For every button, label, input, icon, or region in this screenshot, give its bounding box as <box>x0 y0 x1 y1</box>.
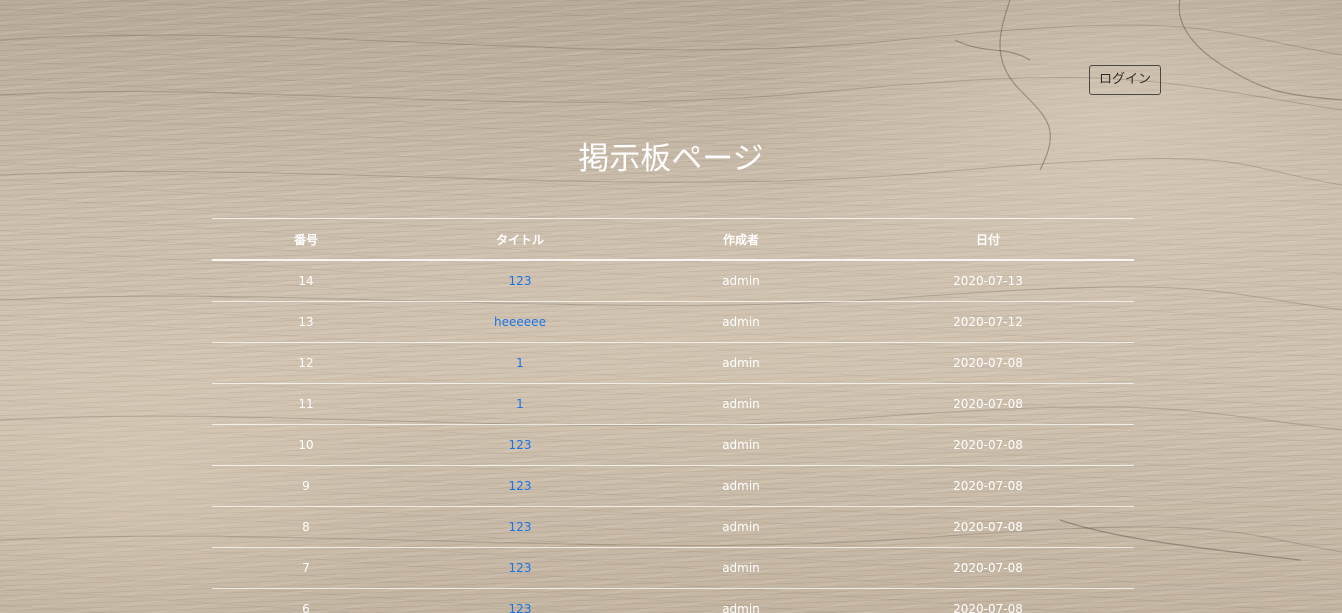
table-row: 7 123 admin 2020-07-08 <box>212 547 1134 589</box>
table-header-row: 番号 タイトル 作成者 日付 <box>212 218 1134 261</box>
post-number: 11 <box>212 383 400 425</box>
post-title-link[interactable]: 123 <box>509 520 532 534</box>
post-date: 2020-07-08 <box>842 465 1134 507</box>
post-title-link[interactable]: 1 <box>516 397 524 411</box>
post-title-cell: 123 <box>400 260 640 302</box>
column-header-date: 日付 <box>842 218 1134 261</box>
post-number: 7 <box>212 547 400 589</box>
post-number: 12 <box>212 342 400 384</box>
table-row: 13 heeeeee admin 2020-07-12 <box>212 301 1134 343</box>
post-title-cell: 123 <box>400 465 640 507</box>
column-header-author: 作成者 <box>640 218 842 261</box>
post-author: admin <box>640 342 842 384</box>
post-author: admin <box>640 424 842 466</box>
page-title: 掲示板ページ <box>578 141 764 177</box>
post-title-cell: 123 <box>400 547 640 589</box>
table-row: 8 123 admin 2020-07-08 <box>212 506 1134 548</box>
post-author: admin <box>640 588 842 613</box>
post-date: 2020-07-12 <box>842 301 1134 343</box>
post-title-link[interactable]: 123 <box>509 438 532 452</box>
post-number: 6 <box>212 588 400 613</box>
table-row: 11 1 admin 2020-07-08 <box>212 383 1134 425</box>
post-title-link[interactable]: 123 <box>509 479 532 493</box>
post-date: 2020-07-08 <box>842 424 1134 466</box>
post-title-cell: 1 <box>400 342 640 384</box>
post-title-link[interactable]: 123 <box>509 561 532 575</box>
table-row: 14 123 admin 2020-07-13 <box>212 260 1134 302</box>
column-header-number: 番号 <box>212 218 400 261</box>
column-header-title: タイトル <box>400 218 640 261</box>
login-button[interactable]: ログイン <box>1089 65 1161 95</box>
post-title-cell: 123 <box>400 506 640 548</box>
post-author: admin <box>640 547 842 589</box>
post-author: admin <box>640 301 842 343</box>
post-title-cell: 123 <box>400 424 640 466</box>
post-title-link[interactable]: 123 <box>509 602 532 613</box>
post-number: 13 <box>212 301 400 343</box>
post-date: 2020-07-08 <box>842 588 1134 613</box>
post-number: 10 <box>212 424 400 466</box>
post-date: 2020-07-08 <box>842 547 1134 589</box>
post-title-link[interactable]: 123 <box>509 274 532 288</box>
post-date: 2020-07-08 <box>842 506 1134 548</box>
table-row: 6 123 admin 2020-07-08 <box>212 588 1134 613</box>
post-number: 14 <box>212 260 400 302</box>
post-title-link[interactable]: 1 <box>516 356 524 370</box>
board-table: 番号 タイトル 作成者 日付 14 123 admin 2020-07-13 1… <box>212 218 1134 613</box>
post-number: 9 <box>212 465 400 507</box>
post-number: 8 <box>212 506 400 548</box>
post-date: 2020-07-08 <box>842 383 1134 425</box>
post-date: 2020-07-13 <box>842 260 1134 302</box>
post-author: admin <box>640 260 842 302</box>
post-date: 2020-07-08 <box>842 342 1134 384</box>
post-title-cell: 123 <box>400 588 640 613</box>
table-row: 12 1 admin 2020-07-08 <box>212 342 1134 384</box>
table-row: 9 123 admin 2020-07-08 <box>212 465 1134 507</box>
post-title-cell: heeeeee <box>400 301 640 343</box>
post-title-link[interactable]: heeeeee <box>494 315 546 329</box>
post-author: admin <box>640 465 842 507</box>
post-title-cell: 1 <box>400 383 640 425</box>
post-author: admin <box>640 506 842 548</box>
table-row: 10 123 admin 2020-07-08 <box>212 424 1134 466</box>
post-author: admin <box>640 383 842 425</box>
